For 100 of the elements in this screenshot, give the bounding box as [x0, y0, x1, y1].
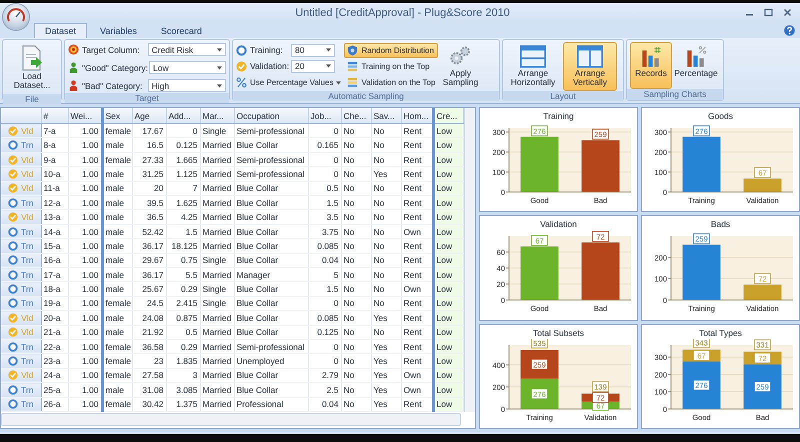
bar — [520, 246, 558, 300]
table-cell: 23-a — [41, 354, 68, 368]
group-caption: Target — [65, 93, 229, 103]
table-cell: 18.125 — [166, 238, 200, 254]
sample-label: Trn — [21, 284, 34, 294]
table-cell: 17-a — [41, 268, 68, 282]
table-cell: Low — [433, 339, 463, 354]
table-cell: Low — [433, 124, 463, 138]
table-cell: Low — [433, 268, 463, 282]
sample-label: Trn — [21, 255, 34, 266]
layout-button[interactable]: Arrange Horizontally — [506, 42, 560, 91]
person-icon — [68, 62, 79, 73]
table-cell: Semi-professional — [234, 152, 308, 167]
column-header[interactable]: Wei... — [68, 108, 102, 124]
ribbon-tab[interactable]: Scorecard — [150, 23, 213, 38]
layout-button[interactable]: Arrange Vertically — [563, 42, 617, 91]
column-header[interactable]: Cre... — [433, 108, 463, 124]
table-cell: 0 — [308, 166, 341, 182]
number-dropdown[interactable]: 80 — [291, 44, 335, 57]
bar — [743, 284, 781, 300]
chart-mode-button[interactable]: Records — [630, 42, 672, 89]
chart-mode-button[interactable]: Percentage — [675, 42, 717, 89]
table-cell: 1.665 — [166, 152, 200, 167]
column-header[interactable]: Occupation — [234, 108, 308, 124]
field-label: Target Column: — [82, 44, 141, 54]
ring-icon — [8, 399, 18, 410]
column-header[interactable]: Sav... — [371, 108, 401, 124]
table-cell: male — [102, 224, 132, 239]
table-cell: No — [341, 196, 371, 210]
table-cell: Semi-professional — [234, 339, 308, 354]
apply-sampling-button[interactable]: Apply Sampling — [441, 42, 480, 91]
table-cell: 0 — [308, 152, 341, 167]
column-header[interactable]: Job... — [308, 108, 341, 124]
table-cell: male — [102, 268, 132, 282]
ribbon-tab[interactable]: Dataset — [34, 23, 88, 38]
table-cell: No — [341, 296, 371, 311]
caret-icon — [217, 84, 222, 88]
table-cell: 21-a — [41, 325, 68, 340]
column-header[interactable]: Add... — [166, 108, 200, 124]
dropdown-field[interactable]: Credit Risk — [148, 43, 226, 56]
table-cell: male — [102, 253, 132, 268]
help-icon[interactable] — [784, 25, 795, 36]
column-header[interactable]: Age — [132, 108, 166, 124]
column-header[interactable]: Mar... — [200, 108, 234, 124]
table-cell: 0.29 — [166, 282, 200, 296]
table-cell: Yes — [371, 382, 401, 398]
caret-icon — [217, 66, 222, 70]
table-cell: 2.415 — [166, 296, 200, 311]
ring-icon — [8, 270, 18, 280]
table-cell: male — [102, 382, 132, 398]
field-label: "Bad" Category: — [82, 80, 144, 90]
dropdown-field[interactable]: Low — [149, 61, 226, 74]
bar — [682, 245, 720, 300]
table-cell: Semi-professional — [234, 166, 308, 182]
sample-label: Trn — [21, 140, 34, 150]
close-icon[interactable] — [783, 8, 792, 17]
table-cell: 1.625 — [166, 196, 200, 210]
table-cell: No — [341, 238, 371, 254]
table-cell: No — [371, 238, 401, 254]
column-header[interactable]: Hom... — [401, 108, 433, 124]
table-cell: Professional — [234, 397, 308, 412]
sampling-option[interactable]: Training on the Top — [344, 58, 438, 74]
sampling-option[interactable]: Validation on the Top — [344, 75, 438, 90]
check-icon — [236, 60, 247, 72]
table-cell: 7-a — [41, 124, 68, 138]
table-cell: 1.00 — [68, 124, 102, 138]
table-cell: Low — [433, 224, 463, 239]
table-cell: Married — [200, 368, 234, 383]
table-cell: 1.00 — [68, 253, 102, 268]
table-cell: Married — [200, 354, 234, 368]
table-cell: 0.04 — [308, 253, 341, 268]
table-cell: 3.75 — [308, 224, 341, 239]
ribbon-tab[interactable]: Variables — [89, 23, 148, 38]
group-caption: Layout — [503, 90, 623, 101]
column-header[interactable]: Sex — [102, 108, 132, 124]
table-cell: No — [341, 282, 371, 296]
maximize-icon[interactable] — [764, 8, 773, 17]
table-cell: Married — [200, 310, 234, 326]
shield-icon — [347, 44, 358, 56]
table-cell: 1.00 — [68, 238, 102, 254]
sample-label: Trn — [21, 298, 34, 308]
table-cell: male — [102, 325, 132, 340]
field-label: "Good" Category: — [82, 62, 146, 72]
column-header[interactable]: # — [41, 108, 68, 124]
percentage-menu[interactable]: Use Percentage Values — [236, 77, 342, 88]
column-header[interactable]: Che... — [341, 108, 371, 124]
number-dropdown[interactable]: 20 — [291, 60, 335, 73]
table-cell: 1.00 — [68, 368, 102, 383]
table-cell: 21.92 — [132, 325, 166, 340]
vertical-scrollbar[interactable] — [464, 108, 475, 412]
sample-label: Trn — [21, 226, 34, 237]
table-cell: No — [341, 368, 371, 383]
horizontal-scrollbar[interactable] — [1, 413, 461, 426]
sampling-option[interactable]: Random Distribution — [344, 42, 438, 58]
table-cell: 0.875 — [166, 310, 200, 326]
table-cell: Married — [200, 397, 234, 412]
dropdown-field[interactable]: High — [148, 79, 226, 92]
table-cell: 22-a — [41, 339, 68, 354]
table-cell: 1.5 — [166, 224, 200, 239]
table-cell: 14-a — [41, 224, 68, 239]
